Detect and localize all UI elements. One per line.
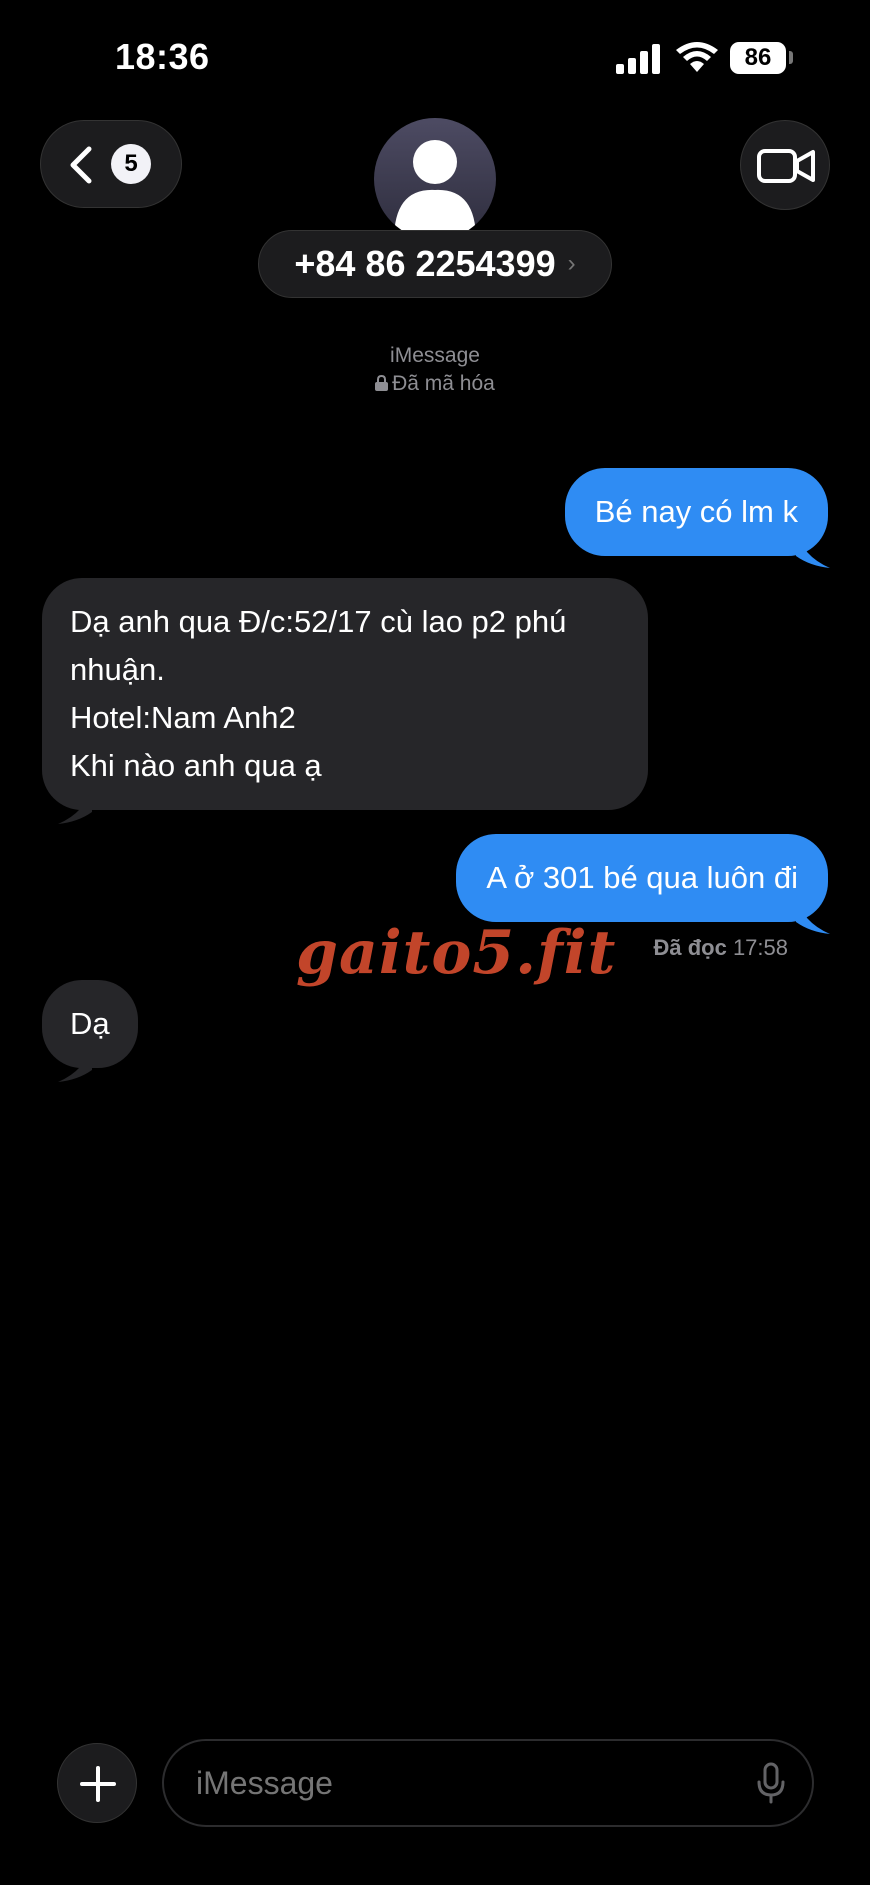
message-bubble-incoming[interactable]: Dạ anh qua Đ/c:52/17 cù lao p2 phú nhuận… [42,578,648,810]
contact-avatar[interactable] [374,118,496,240]
bubble-tail [58,1044,92,1082]
bubble-tail [796,530,830,568]
back-button[interactable]: 5 [40,120,182,208]
message-text: Dạ [70,1006,110,1041]
unread-count-badge: 5 [111,144,151,184]
bubble-tail [796,896,830,934]
video-camera-icon [757,149,815,183]
message-line: Khi nào anh qua ạ [70,748,322,783]
watermark-text: gaito5.fit [296,918,617,988]
encryption-label: Đã mã hóa [0,372,870,396]
read-receipt: Đã đọc 17:58 [653,935,788,961]
person-avatar-icon [394,140,476,240]
message-line: nhuận. [70,652,165,687]
encryption-text: Đã mã hóa [392,372,495,395]
lock-icon [375,374,389,391]
video-call-button[interactable] [740,120,830,210]
message-input[interactable] [162,1739,814,1827]
apps-plus-button[interactable] [57,1743,137,1823]
battery-level: 86 [744,44,772,71]
message-text: A ở 301 bé qua luôn đi [486,860,798,895]
plus-icon [80,1766,116,1802]
bubble-tail [58,786,92,824]
battery-icon: 86 [730,42,786,74]
microphone-icon[interactable] [756,1762,786,1804]
message-text: Bé nay có lm k [594,494,798,529]
read-receipt-time: 17:58 [732,935,788,960]
message-line: Hotel:Nam Anh2 [70,700,296,735]
read-receipt-label: Đã đọc [653,935,727,960]
message-line: Dạ anh qua Đ/c:52/17 cù lao p2 phú [70,604,567,639]
message-bubble-outgoing[interactable]: Bé nay có lm k [564,468,828,556]
service-label: iMessage [390,344,480,367]
chevron-right-icon: › [567,250,576,277]
message-bubble-outgoing[interactable]: A ở 301 bé qua luôn đi [456,834,828,922]
contact-name-button[interactable]: +84 86 2254399 › [258,230,612,298]
chevron-left-icon [70,146,92,184]
signal-icon [616,44,662,74]
contact-name: +84 86 2254399 [294,243,556,284]
status-time: 18:36 [115,36,210,77]
wifi-icon [676,42,718,72]
battery-nub [789,51,793,64]
